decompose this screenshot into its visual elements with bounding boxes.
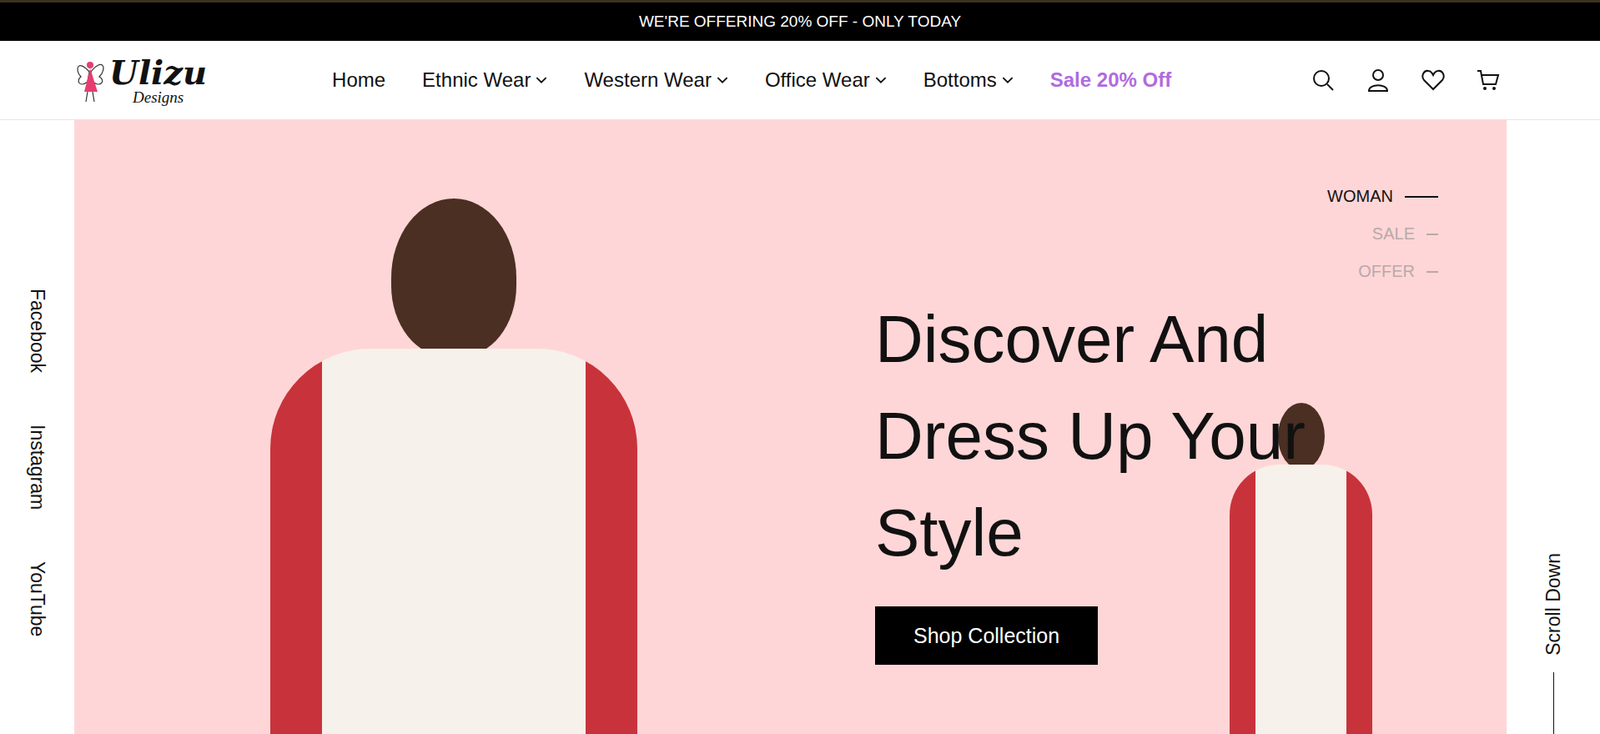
social-link[interactable]: YouTube: [25, 561, 49, 637]
nav-item[interactable]: Office Wear: [764, 68, 887, 92]
heart-icon[interactable]: [1421, 68, 1445, 92]
chevron-down-icon: [535, 76, 548, 85]
nav-item[interactable]: Sale 20% Off: [1050, 68, 1172, 92]
chevron-down-icon: [1001, 76, 1014, 85]
search-icon[interactable]: [1311, 68, 1335, 92]
announcement-text: WE'RE OFFERING 20% OFF - ONLY TODAY: [638, 12, 962, 31]
hero-heading: Discover And Dress Up Your Style: [875, 291, 1393, 582]
logo-name: Ulizu: [109, 55, 207, 90]
scroll-down-text: Scroll Down: [1542, 553, 1565, 656]
logo-tagline: Designs: [132, 89, 207, 106]
fairy-logo-icon: [74, 52, 108, 108]
nav-item[interactable]: Western Wear: [583, 68, 729, 92]
nav-item[interactable]: Home: [332, 68, 386, 92]
hero-content: Discover And Dress Up Your Style Shop Col…: [875, 120, 1393, 734]
header-actions: [1311, 68, 1500, 92]
logo[interactable]: UlizuDesigns: [74, 52, 207, 108]
category-item[interactable]: WOMAN: [1327, 186, 1439, 207]
hero: WOMANSALEOFFERDiscover And Dress Up Your…: [74, 120, 1507, 734]
scroll-indicator[interactable]: Scroll Down: [1506, 120, 1600, 734]
chevron-down-icon: [875, 76, 887, 85]
cart-icon[interactable]: [1476, 68, 1500, 92]
announcement-bar: WE'RE OFFERING 20% OFF - ONLY TODAY: [0, 0, 1600, 41]
page: WE'RE OFFERING 20% OFF - ONLY TODAY Ulizu…: [0, 0, 1600, 734]
nav-item[interactable]: Ethnic Wear: [422, 68, 548, 92]
chevron-down-icon: [716, 76, 729, 85]
main: FacebookInstagramYouTubeWOMANSALEOFFERDi…: [0, 120, 1600, 734]
user-icon[interactable]: [1366, 68, 1390, 92]
category-item[interactable]: SALE: [1372, 224, 1439, 244]
shop-collection-button[interactable]: Shop Collection: [875, 606, 1098, 665]
model-photo: [254, 198, 653, 734]
category-item[interactable]: OFFER: [1358, 261, 1439, 282]
nav-item[interactable]: Bottoms: [923, 68, 1014, 92]
social-link[interactable]: Facebook: [25, 288, 49, 373]
main-nav: Home Ethnic Wear Western Wear Office Wear Bo…: [332, 68, 1172, 92]
category-switcher: WOMAN SALE OFFER: [1327, 186, 1439, 282]
social-link[interactable]: Instagram: [25, 424, 49, 510]
header: UlizuDesigns Home Ethnic Wear Western Wear O…: [0, 40, 1600, 121]
social-links: Facebook Instagram YouTube: [0, 120, 75, 734]
